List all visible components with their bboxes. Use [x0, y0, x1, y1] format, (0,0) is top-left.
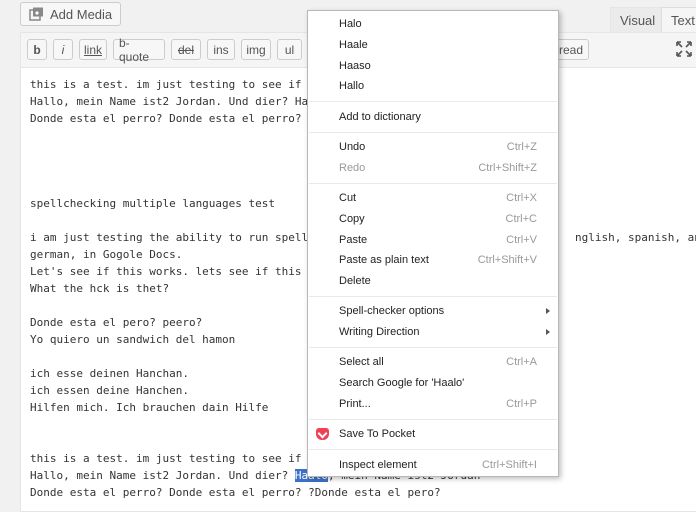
bold-button[interactable]: b	[27, 39, 47, 60]
paste-plain-item[interactable]: Paste as plain text Ctrl+Shift+V	[308, 250, 558, 270]
text-line: i am just testing the ability to run spe…	[30, 231, 322, 244]
paste-item[interactable]: Paste Ctrl+V	[308, 230, 558, 250]
menu-separator	[309, 296, 557, 297]
text-line: Hallo, mein Name ist2 Jordan. Und dier? …	[30, 95, 315, 108]
spell-checker-options-item[interactable]: Spell-checker options	[308, 301, 558, 321]
submenu-arrow-icon	[546, 308, 550, 314]
suggestion-halo[interactable]: Halo	[308, 14, 558, 34]
menu-separator	[309, 419, 557, 420]
suggestion-haaso[interactable]: Haaso	[308, 56, 558, 76]
copy-item[interactable]: Copy Ctrl+C	[308, 209, 558, 229]
tab-text[interactable]: Text	[661, 7, 696, 32]
text-line: Donde esta el perro? Donde esta el perro…	[30, 112, 322, 125]
text-line: ich essen deine Hanchen.	[30, 384, 189, 397]
text-line: spellchecking multiple languages test	[30, 197, 276, 210]
menu-separator	[309, 347, 557, 348]
search-google-item[interactable]: Search Google for 'Haalo'	[308, 373, 558, 393]
menu-separator	[309, 449, 557, 450]
redo-item: Redo Ctrl+Shift+Z	[339, 162, 537, 174]
ul-button[interactable]: ul	[277, 39, 302, 60]
link-button[interactable]: link	[79, 39, 107, 60]
blockquote-button[interactable]: b-quote	[113, 36, 165, 64]
add-media-label: Add Media	[50, 6, 113, 22]
fullscreen-icon[interactable]	[676, 41, 692, 57]
submenu-arrow-icon	[546, 329, 550, 335]
menu-separator	[309, 183, 557, 184]
text-line: Donde esta el perro? Donde esta el perro…	[30, 486, 441, 499]
text-line: What the hck is thet?	[30, 282, 170, 295]
menu-separator	[309, 101, 557, 102]
text-line: Yo quiero un sandwich del hamon	[30, 333, 236, 346]
undo-item[interactable]: Undo Ctrl+Z	[308, 137, 558, 157]
save-to-pocket-item[interactable]: Save To Pocket	[308, 424, 558, 444]
img-button[interactable]: img	[241, 39, 271, 60]
text-line: Hilfen mich. Ich brauchen dain Hilfe	[30, 401, 269, 414]
italic-button[interactable]: i	[53, 39, 73, 60]
context-menu: Halo Haale Haaso Hallo Add to dictionary…	[307, 10, 559, 477]
writing-direction-item[interactable]: Writing Direction	[308, 322, 558, 342]
ins-button[interactable]: ins	[207, 39, 235, 60]
media-icon	[29, 7, 43, 21]
text-line: this is a test. im just testing to see i…	[30, 78, 322, 91]
pocket-icon	[316, 428, 329, 440]
text-line: german, in Gogole Docs.	[30, 248, 183, 261]
suggestion-haale[interactable]: Haale	[308, 35, 558, 55]
print-item[interactable]: Print... Ctrl+P	[308, 394, 558, 414]
inspect-element-item[interactable]: Inspect element Ctrl+Shift+I	[308, 455, 558, 475]
text-line-fragment: nglish, spanish, and	[575, 231, 696, 244]
add-media-button[interactable]: Add Media	[20, 2, 122, 26]
text-line: ich esse deinen Hanchan.	[30, 367, 189, 380]
del-button[interactable]: del	[171, 39, 201, 60]
add-to-dictionary-item[interactable]: Add to dictionary	[308, 107, 558, 127]
select-all-item[interactable]: Select all Ctrl+A	[308, 352, 558, 372]
text-line: this is a test. im just testing to see i…	[30, 452, 322, 465]
delete-item[interactable]: Delete	[308, 271, 558, 291]
suggestion-hallo[interactable]: Hallo	[308, 76, 558, 96]
text-line: Let's see if this works. lets see if thi…	[30, 265, 322, 278]
text-line: Donde esta el pero? peero?	[30, 316, 203, 329]
menu-separator	[309, 132, 557, 133]
cut-item[interactable]: Cut Ctrl+X	[308, 188, 558, 208]
tab-visual[interactable]: Visual	[610, 7, 666, 32]
